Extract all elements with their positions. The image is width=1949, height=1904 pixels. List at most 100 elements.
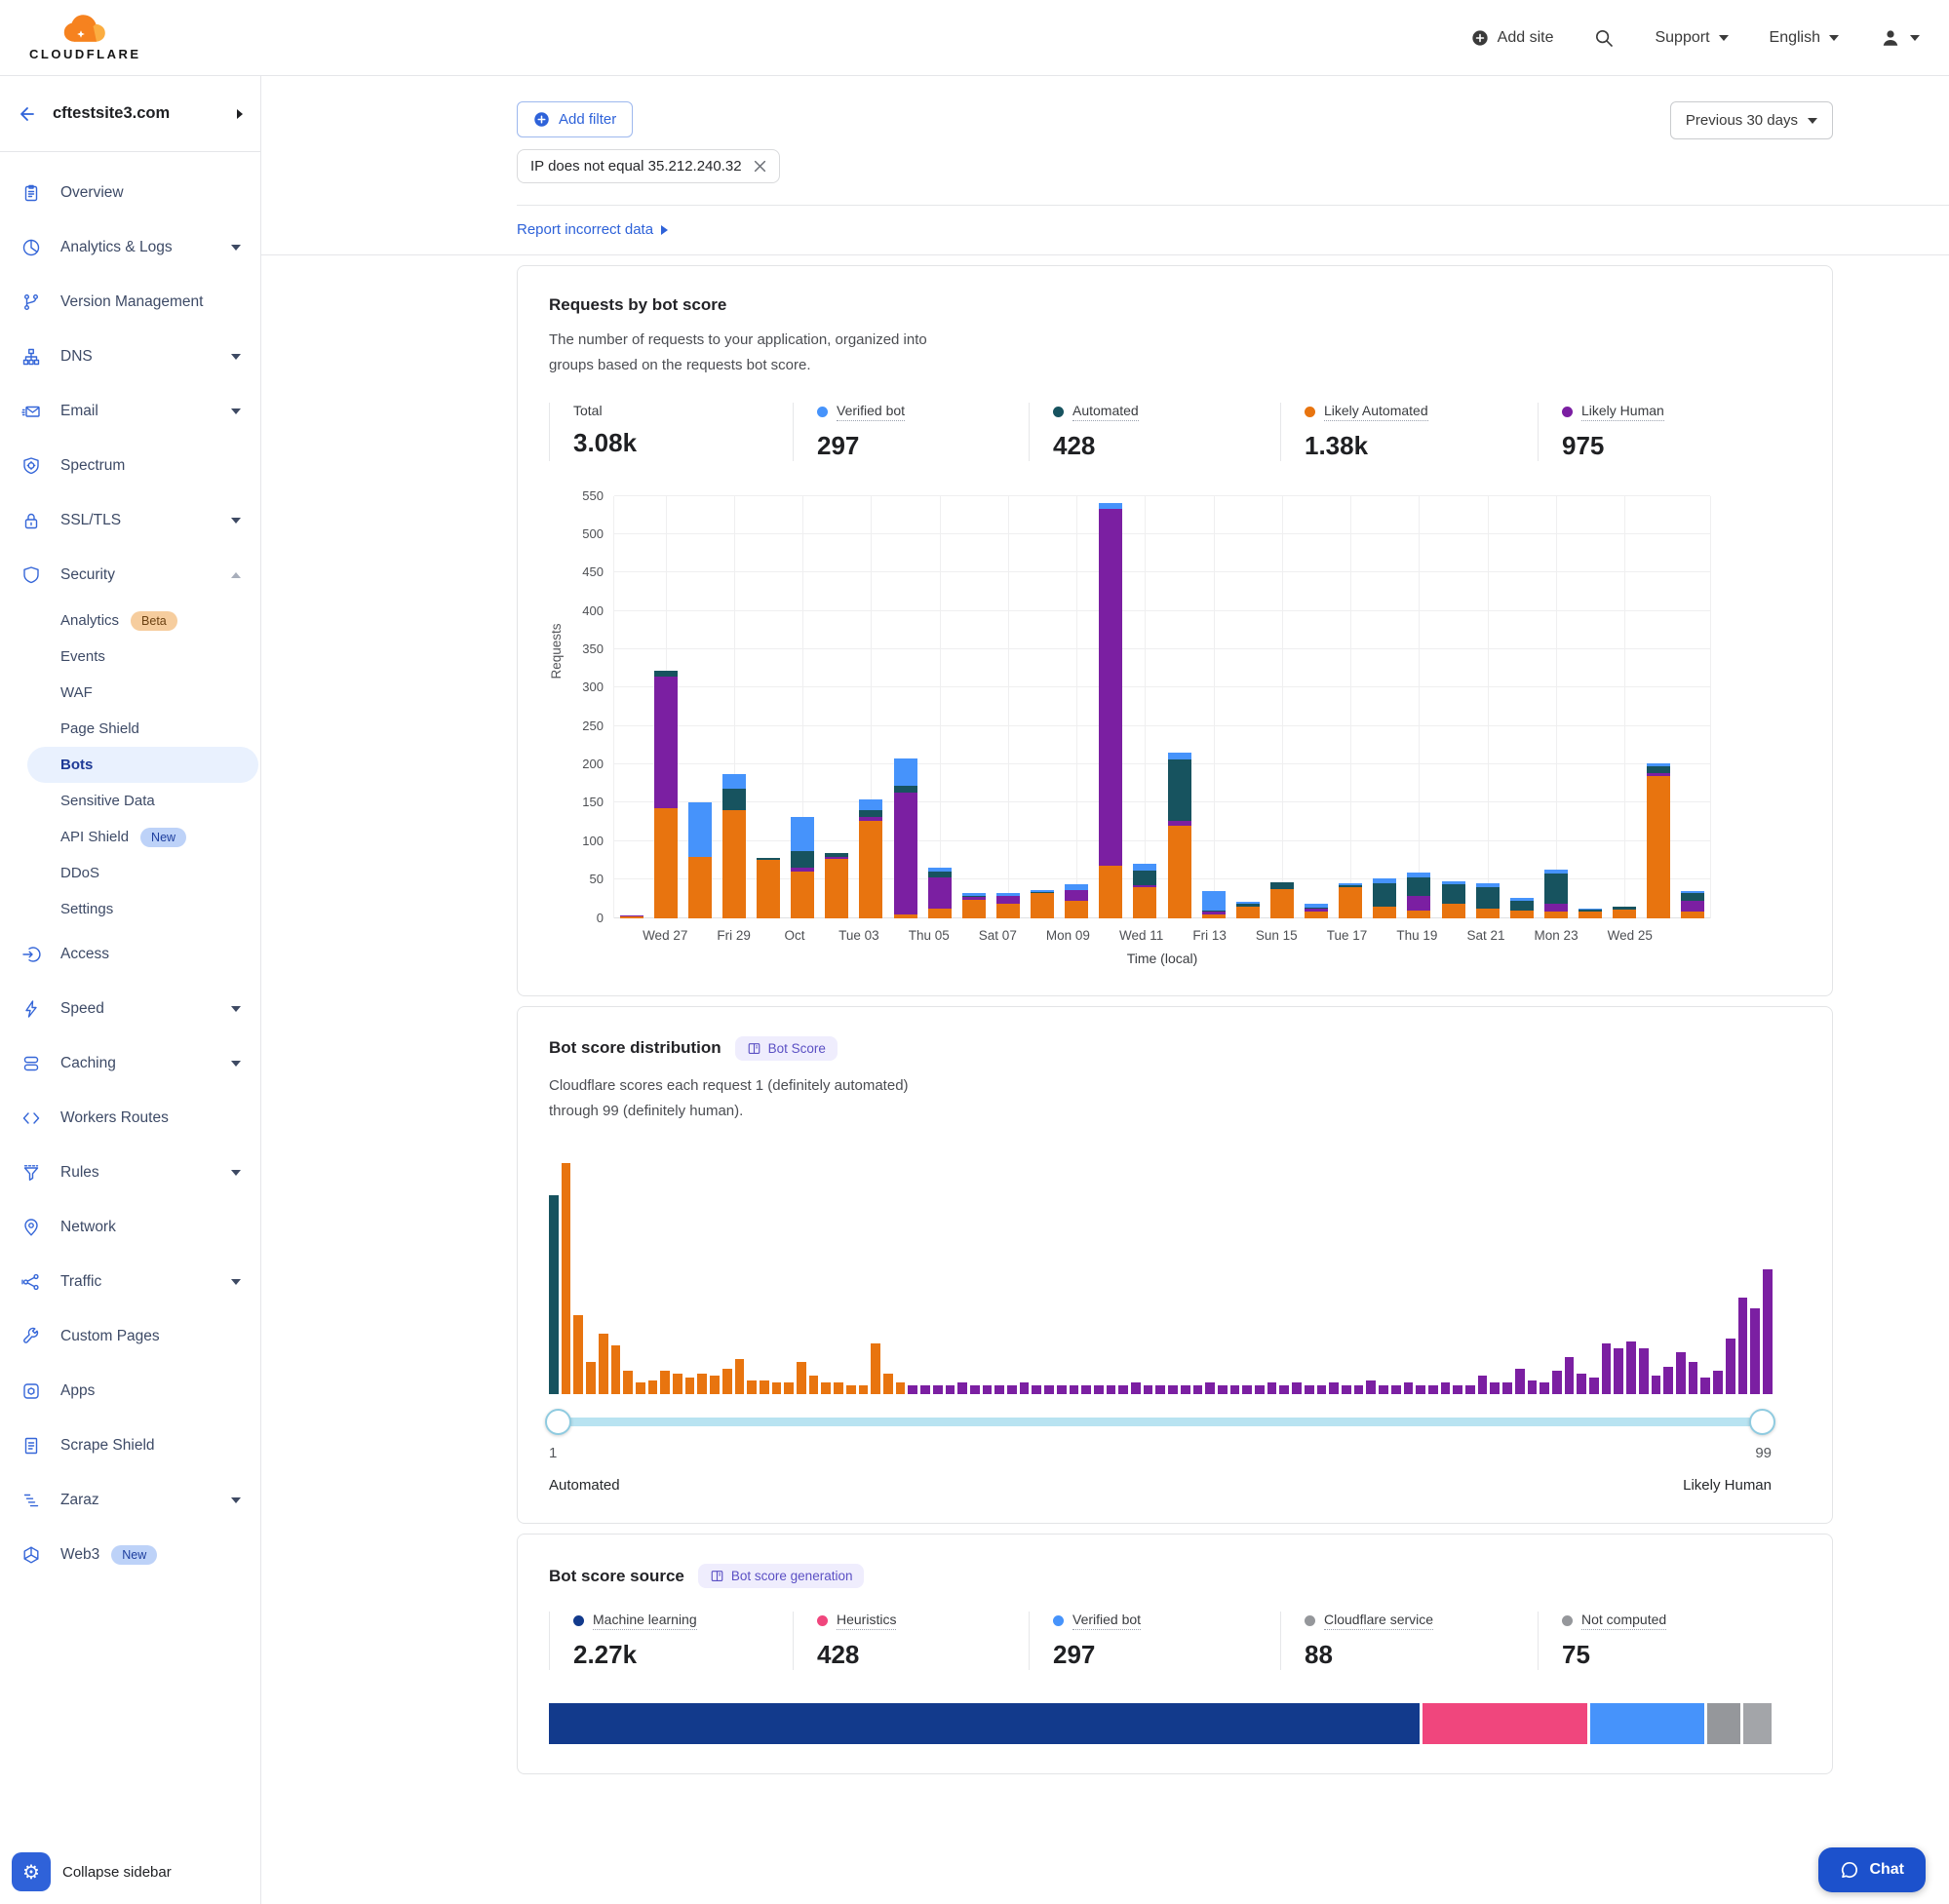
stat-value: 297 [817,431,1029,461]
date-range-dropdown[interactable]: Previous 30 days [1670,101,1833,139]
search-button[interactable] [1594,28,1614,48]
account-menu[interactable] [1880,27,1920,49]
sidebar-item-settings[interactable]: Settings [0,891,260,927]
stacked-bar [1099,503,1122,917]
sidebar-item-sensitive-data[interactable]: Sensitive Data [0,783,260,819]
sidebar-item-page-shield[interactable]: Page Shield [0,711,260,747]
stat-label[interactable]: Heuristics [837,1612,896,1630]
histogram-bar [1155,1385,1165,1395]
bar-segment-likely-automated [1544,912,1568,917]
source-segment-cloudflare-service [1707,1703,1741,1744]
chat-button[interactable]: Chat [1818,1847,1926,1892]
sidebar-item-rules[interactable]: Rules [0,1146,260,1200]
x-tick [1227,928,1256,943]
sidebar-item-ssl-tls[interactable]: SSL/TLS [0,493,260,548]
sidebar-item-spectrum[interactable]: Spectrum [0,439,260,493]
stacked-bar [1613,907,1636,918]
histogram-bar [1515,1369,1525,1394]
x-tick: Wed 27 [643,928,687,943]
histogram-bar [1763,1269,1773,1394]
stacked-bar [1510,898,1534,917]
stat-label[interactable]: Not computed [1581,1612,1666,1630]
bar-column [888,496,922,918]
sidebar-item-version-management[interactable]: Version Management [0,275,260,330]
cloudflare-logo[interactable]: CLOUDFLARE [29,14,141,61]
sidebar-item-scrape-shield[interactable]: Scrape Shield [0,1418,260,1473]
traffic-icon [21,1272,41,1292]
slider-handle-min[interactable] [545,1409,571,1435]
stat-label[interactable]: Automated [1072,403,1139,421]
slider-track[interactable] [549,1418,1772,1426]
histogram-bar [1081,1385,1091,1395]
histogram-bar [1614,1348,1623,1394]
sidebar-item-zaraz[interactable]: Zaraz [0,1473,260,1528]
gear-icon[interactable]: ⚙ [12,1852,51,1891]
sidebar-item-overview[interactable]: Overview [0,166,260,220]
sidebar-item-waf[interactable]: WAF [0,675,260,711]
x-tick [1579,928,1608,943]
stat-label[interactable]: Verified bot [837,403,905,421]
cloudflare-cloud-icon [59,14,110,45]
sidebar-item-analytics-logs[interactable]: Analytics & Logs [0,220,260,275]
sidebar-item-caching[interactable]: Caching [0,1036,260,1091]
x-tick: Sat 21 [1466,928,1504,943]
stat-label[interactable]: Likely Human [1581,403,1664,421]
x-tick: Mon 23 [1535,928,1579,943]
sidebar-item-dns[interactable]: DNS [0,330,260,384]
x-tick [1504,928,1534,943]
collapse-sidebar[interactable]: ⚙ Collapse sidebar [0,1840,260,1904]
requests-chart: Requests 0501001502002503003504004505005… [549,496,1801,966]
x-axis-ticks: Wed 27Fri 29OctTue 03Thu 05Sat 07Mon 09W… [613,928,1711,943]
y-tick: 350 [582,641,604,656]
slider-handle-max[interactable] [1749,1409,1775,1435]
stat-label[interactable]: Machine learning [593,1612,697,1630]
x-tick: Tue 03 [838,928,879,943]
histogram-bar [1700,1378,1710,1394]
bar-segment-likely-automated [1579,912,1602,917]
sidebar-item-email[interactable]: Email [0,384,260,439]
bot-score-source-card: Bot score source Bot score generation Ma… [517,1534,1833,1774]
language-menu[interactable]: English [1770,29,1839,47]
histogram-bar [920,1385,930,1395]
bar-segment-likely-automated [654,808,678,918]
bar-segment-likely-automated [1647,776,1670,918]
sidebar-item-speed[interactable]: Speed [0,982,260,1036]
support-menu[interactable]: Support [1655,29,1728,47]
sidebar-item-traffic[interactable]: Traffic [0,1255,260,1309]
report-incorrect-data-link[interactable]: Report incorrect data [517,221,668,238]
stat-label[interactable]: Likely Automated [1324,403,1428,421]
x-tick: Fri 29 [717,928,751,943]
remove-filter-icon[interactable] [754,160,766,173]
chevron-right-icon[interactable] [237,109,243,119]
histogram-bar [1391,1385,1401,1395]
bar-segment-automated [1476,887,1500,909]
sidebar-item-bots[interactable]: Bots [27,747,258,783]
source-segment-verified-bot [1590,1703,1704,1744]
add-site-button[interactable]: Add site [1471,29,1554,47]
sidebar-item-custom-pages[interactable]: Custom Pages [0,1309,260,1364]
sidebar-item-events[interactable]: Events [0,639,260,675]
bar-segment-likely-automated [1031,893,1054,917]
search-icon [1594,28,1614,48]
sidebar-item-web3[interactable]: Web3New [0,1528,260,1582]
bot-score-generation-badge[interactable]: Bot score generation [698,1564,865,1588]
histogram-bar [883,1374,893,1394]
back-arrow-icon[interactable] [18,104,37,124]
add-filter-button[interactable]: Add filter [517,101,633,137]
bar-segment-likely-human [1681,901,1704,912]
sidebar-item-apps[interactable]: Apps [0,1364,260,1418]
sidebar-item-network[interactable]: Network [0,1200,260,1255]
sidebar-item-workers-routes[interactable]: Workers Routes [0,1091,260,1146]
sidebar-item-access[interactable]: Access [0,927,260,982]
access-icon [21,945,41,964]
bot-score-badge[interactable]: Bot Score [735,1036,838,1061]
stat-label[interactable]: Cloudflare service [1324,1612,1433,1630]
sidebar-item-ddos[interactable]: DDoS [0,855,260,891]
histogram-bar [1639,1348,1649,1394]
source-segment-heuristics [1423,1703,1587,1744]
sidebar-item-api-shield[interactable]: API ShieldNew [0,819,260,855]
stat-label[interactable]: Verified bot [1072,1612,1141,1630]
sidebar-item-security[interactable]: Security [0,548,260,602]
sidebar-item-analytics[interactable]: AnalyticsBeta [0,602,260,639]
chat-bubble-icon [1840,1860,1859,1880]
